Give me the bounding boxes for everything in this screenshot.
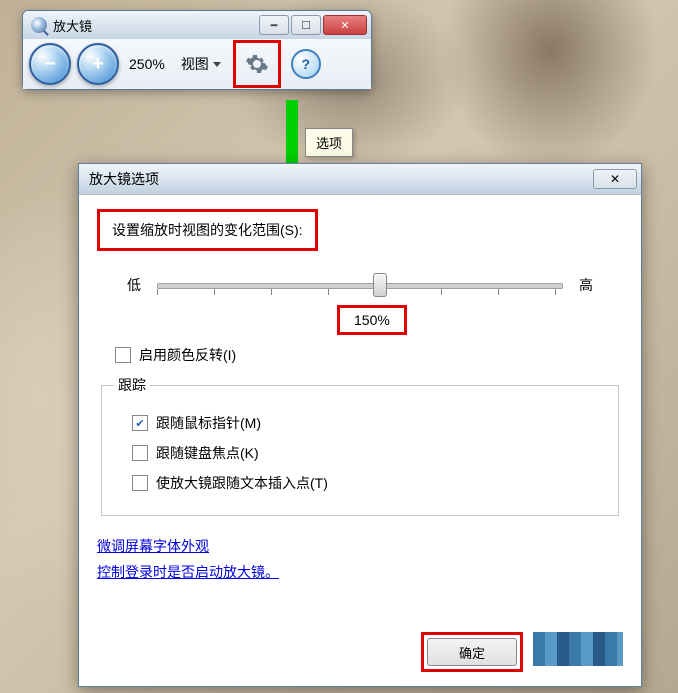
options-titlebar[interactable]: 放大镜选项 ✕	[79, 164, 641, 195]
options-button[interactable]	[243, 50, 271, 78]
options-highlight	[233, 40, 281, 88]
follow-text-row: 使放大镜跟随文本插入点(T)	[132, 473, 606, 493]
slider-high-label: 高	[579, 275, 593, 295]
options-tooltip: 选项	[305, 128, 353, 157]
scale-slider-row: 低 高	[97, 273, 623, 297]
scale-label-highlight: 设置缩放时视图的变化范围(S):	[97, 209, 318, 251]
ok-highlight: 确定	[421, 632, 523, 672]
invert-colors-checkbox[interactable]	[115, 347, 131, 363]
follow-mouse-checkbox[interactable]: ✔	[132, 415, 148, 431]
follow-mouse-row: ✔ 跟随鼠标指针(M)	[132, 413, 606, 433]
slider-thumb[interactable]	[373, 273, 387, 297]
view-label: 视图	[181, 54, 209, 74]
maximize-button[interactable]: ☐	[291, 15, 321, 35]
view-dropdown[interactable]: 视图	[175, 50, 227, 78]
scale-slider[interactable]	[157, 273, 563, 297]
options-close-button[interactable]: ✕	[593, 169, 637, 189]
follow-text-checkbox[interactable]	[132, 475, 148, 491]
window-buttons: ━ ☐ ✕	[259, 15, 367, 35]
invert-colors-row: 启用颜色反转(I)	[115, 345, 623, 365]
magnifier-titlebar[interactable]: 放大镜 ━ ☐ ✕	[23, 11, 371, 39]
censored-button[interactable]	[533, 632, 623, 666]
options-body: 设置缩放时视图的变化范围(S): 低 高 150% 启用颜色反转	[79, 195, 641, 602]
slider-low-label: 低	[127, 275, 141, 295]
tracking-legend: 跟踪	[114, 375, 150, 395]
startup-control-link[interactable]: 控制登录时是否启动放大镜。	[97, 562, 623, 582]
follow-text-label: 使放大镜跟随文本插入点(T)	[156, 473, 328, 493]
tracking-group: 跟踪 ✔ 跟随鼠标指针(M) 跟随键盘焦点(K) 使放大镜跟随文本插入点(T)	[101, 375, 619, 516]
follow-mouse-label: 跟随鼠标指针(M)	[156, 413, 261, 433]
scale-value-highlight: 150%	[337, 305, 407, 335]
scale-value: 150%	[354, 312, 390, 328]
magnifier-title: 放大镜	[53, 16, 259, 35]
scale-label: 设置缩放时视图的变化范围(S):	[112, 222, 303, 238]
close-button[interactable]: ✕	[323, 15, 367, 35]
follow-keyboard-row: 跟随键盘焦点(K)	[132, 443, 606, 463]
magnifier-icon	[31, 17, 47, 33]
magnifier-toolbar: − + 250% 视图 ?	[23, 39, 371, 89]
zoom-out-button[interactable]: −	[29, 43, 71, 85]
chevron-down-icon	[213, 62, 221, 67]
follow-keyboard-label: 跟随键盘焦点(K)	[156, 443, 259, 463]
options-title: 放大镜选项	[89, 169, 593, 189]
minimize-button[interactable]: ━	[259, 15, 289, 35]
options-dialog: 放大镜选项 ✕ 设置缩放时视图的变化范围(S): 低 高 150%	[78, 163, 642, 687]
zoom-level: 250%	[125, 56, 169, 72]
invert-colors-label: 启用颜色反转(I)	[139, 345, 236, 365]
dialog-button-row: 确定	[421, 632, 623, 672]
gear-icon	[245, 52, 269, 76]
magnifier-window: 放大镜 ━ ☐ ✕ − + 250% 视图 ?	[22, 10, 372, 90]
help-button[interactable]: ?	[291, 49, 321, 79]
zoom-in-button[interactable]: +	[77, 43, 119, 85]
ok-button[interactable]: 确定	[427, 638, 517, 666]
font-tuning-link[interactable]: 微调屏幕字体外观	[97, 536, 623, 556]
follow-keyboard-checkbox[interactable]	[132, 445, 148, 461]
